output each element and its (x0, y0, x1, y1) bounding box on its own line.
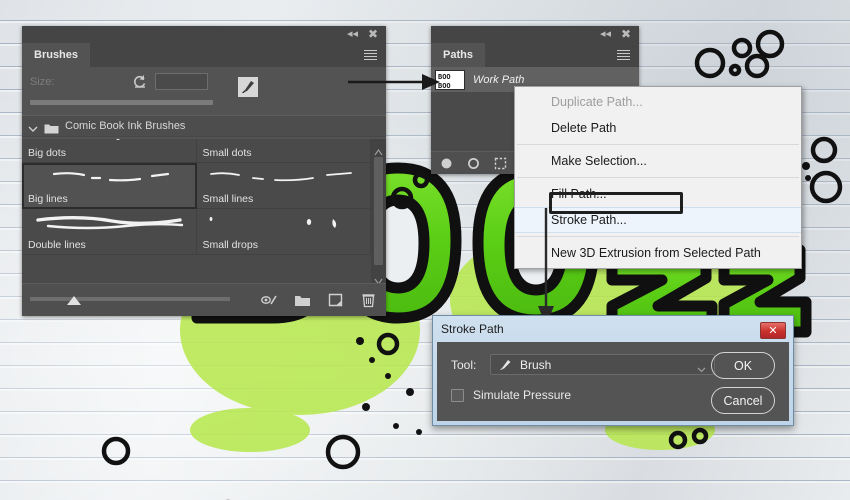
close-icon[interactable]: ✕ (760, 322, 786, 339)
menu-separator (517, 177, 799, 178)
cancel-button[interactable]: Cancel (711, 387, 775, 414)
simulate-pressure-checkbox[interactable] (451, 388, 464, 402)
menu-item-delete-path[interactable]: Delete Path (515, 115, 801, 141)
brush-preview-lines-small (209, 172, 352, 182)
brush-item-big-lines[interactable]: Big lines (22, 163, 197, 209)
brush-item-label: Small drops (202, 239, 258, 251)
menu-item-fill-path[interactable]: Fill Path... (515, 181, 801, 207)
menu-item-label: Stroke Path... (551, 213, 627, 227)
slider-marker[interactable] (67, 296, 81, 305)
chevron-down-icon[interactable] (697, 361, 706, 373)
brush-group-header[interactable]: Comic Book Ink Brushes (22, 115, 386, 137)
new-brush-icon[interactable] (327, 292, 344, 308)
svg-text:BOO: BOO (438, 73, 451, 81)
dialog-title: Stroke Path (441, 322, 504, 336)
brush-preset-icon[interactable] (261, 292, 278, 308)
brush-preview-dots-small (205, 139, 365, 141)
stroke-path-dialog: Stroke Path ✕ Tool: Brush Simulate Press… (432, 315, 794, 426)
tab-brushes-label: Brushes (34, 49, 79, 61)
simulate-pressure-row[interactable]: Simulate Pressure (451, 388, 571, 402)
brush-size-slider[interactable] (30, 100, 213, 105)
menu-item-stroke-path[interactable]: Stroke Path... (515, 207, 801, 233)
brush-tool-icon[interactable] (238, 77, 258, 97)
brushes-panel-footer (22, 283, 386, 316)
brush-preview-lines-double (36, 216, 184, 230)
brush-item-label: Small lines (202, 193, 254, 205)
chevron-up-icon[interactable] (374, 143, 383, 156)
tab-brushes[interactable]: Brushes (22, 43, 91, 67)
chevron-down-icon[interactable] (28, 121, 38, 132)
brush-list-scrollbar[interactable] (371, 139, 386, 286)
brushes-footer-icons (261, 292, 377, 308)
stroke-path-icon[interactable] (467, 157, 480, 170)
simulate-pressure-label: Simulate Pressure (473, 388, 572, 402)
brush-item-label: Small dots (202, 147, 252, 159)
work-path-thumbnail: BOO BOO (435, 69, 465, 90)
menu-item-new-3d-extrusion[interactable]: New 3D Extrusion from Selected Path (515, 240, 801, 266)
brush-group-label: Comic Book Ink Brushes (65, 120, 186, 132)
menu-item-label: Fill Path... (551, 187, 607, 201)
chevron-down-icon[interactable] (374, 272, 383, 286)
paths-tab-row: Paths (431, 43, 639, 67)
brush-size-row: Size: (22, 67, 386, 115)
menu-item-label: Delete Path (551, 121, 617, 135)
brushes-panel-titlebar: ◂◂ ✖ (22, 26, 386, 43)
brush-preview-dots-big (116, 139, 120, 140)
menu-item-label: New 3D Extrusion from Selected Path (551, 246, 761, 260)
svg-text:BOO: BOO (438, 82, 451, 90)
menu-separator (517, 236, 799, 237)
menu-item-label: Make Selection... (551, 154, 647, 168)
close-icon[interactable]: ✖ (621, 28, 631, 40)
collapse-icon[interactable]: ◂◂ (347, 28, 358, 40)
folder-icon[interactable] (294, 292, 311, 308)
brush-preview-drops-small (209, 217, 336, 228)
menu-item-make-selection[interactable]: Make Selection... (515, 148, 801, 174)
brush-item-small-dots[interactable]: Small dots (196, 139, 371, 163)
scrollbar-thumb[interactable] (374, 157, 383, 265)
brush-size-label: Size: (30, 76, 55, 88)
tool-label: Tool: (451, 358, 477, 372)
brush-row: Double lines Small drops (22, 209, 371, 255)
brush-item-double-lines[interactable]: Double lines (22, 209, 197, 255)
brush-list: Big dots Small dots Big lines Small line… (22, 139, 386, 283)
screenshot-stage: ◂◂ ✖ Brushes Size: Comic Book Ink Brushe… (0, 0, 850, 500)
folder-icon (44, 121, 59, 133)
brush-icon (497, 357, 513, 373)
brush-preview-lines-big (52, 172, 170, 182)
hamburger-menu-icon[interactable] (617, 50, 630, 60)
tab-paths-label: Paths (443, 49, 473, 61)
brushes-panel: ◂◂ ✖ Brushes Size: Comic Book Ink Brushe… (22, 26, 386, 316)
reset-icon[interactable] (132, 73, 148, 89)
fill-path-icon[interactable] (440, 157, 453, 170)
brush-grid: Big dots Small dots Big lines Small line… (22, 139, 371, 255)
brush-size-footer-slider[interactable] (30, 297, 230, 301)
menu-separator (517, 144, 799, 145)
brush-item-small-lines[interactable]: Small lines (196, 163, 371, 209)
dialog-body: Tool: Brush Simulate Pressure OK Cancel (437, 342, 789, 421)
brush-item-label: Double lines (28, 239, 86, 251)
brushes-tab-row: Brushes (22, 43, 386, 67)
ok-button[interactable]: OK (711, 352, 775, 379)
brush-row: Big dots Small dots (22, 139, 371, 163)
hamburger-menu-icon[interactable] (364, 50, 377, 60)
tool-select-value: Brush (520, 357, 552, 372)
brush-row: Big lines Small lines (22, 163, 371, 209)
path-row-label: Work Path (473, 73, 525, 86)
menu-item-label: Duplicate Path... (551, 95, 643, 109)
brush-item-label: Big dots (28, 147, 66, 159)
path-context-menu: Duplicate Path... Delete Path Make Selec… (514, 86, 802, 269)
brush-size-input[interactable] (155, 73, 208, 90)
collapse-icon[interactable]: ◂◂ (600, 28, 611, 40)
brush-item-small-drops[interactable]: Small drops (196, 209, 371, 255)
close-icon[interactable]: ✖ (368, 28, 378, 40)
trash-icon[interactable] (360, 292, 377, 308)
tab-paths[interactable]: Paths (431, 43, 485, 67)
tool-select[interactable]: Brush (490, 354, 715, 375)
menu-item-duplicate-path: Duplicate Path... (515, 89, 801, 115)
brush-item-big-dots[interactable]: Big dots (22, 139, 197, 163)
paths-panel-titlebar: ◂◂ ✖ (431, 26, 639, 43)
brush-item-label: Big lines (28, 193, 68, 205)
load-selection-icon[interactable] (494, 157, 507, 170)
